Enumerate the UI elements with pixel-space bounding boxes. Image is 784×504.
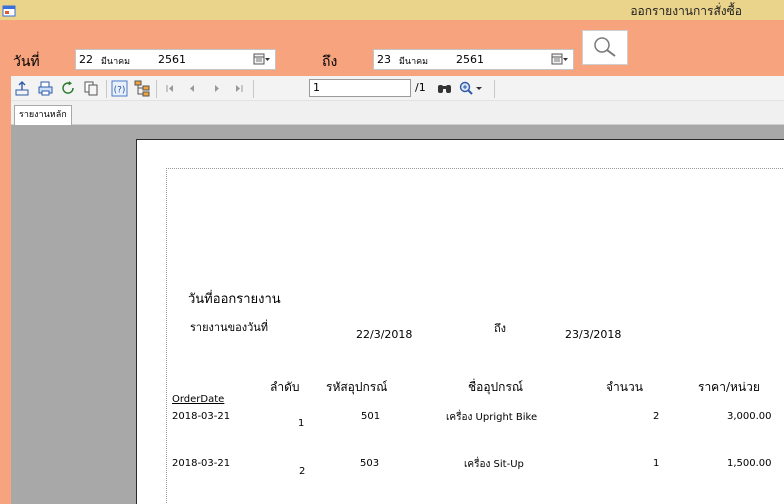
column-header-orderdate: OrderDate [172,394,225,405]
row-price: 3,000.00 [727,411,772,422]
print-icon[interactable] [37,80,54,97]
tab-main-report[interactable]: รายงานหลัก [14,105,72,125]
toolbar-separator [253,80,254,98]
row-qty: 2 [653,411,660,422]
column-header-seq: ลำดับ [270,380,300,394]
export-icon[interactable] [14,80,31,97]
to-date-label: ถึง [322,54,338,70]
row-code: 503 [360,458,380,469]
column-header-price: ราคา/หน่วย [698,380,760,394]
row-price: 1,500.00 [727,458,772,469]
row-name: เครื่อง Upright Bike [446,412,538,423]
next-page-icon[interactable] [208,80,225,97]
toolbar-separator [106,80,107,98]
from-month[interactable]: มีนาคม [101,54,130,68]
viewer-toolbar: (?) 1 /1 [11,76,784,101]
page-total: /1 [415,81,426,94]
from-year[interactable]: 2561 [158,53,186,66]
app-window-icon [2,3,16,17]
report-heading: วันที่ออกรายงาน [188,292,281,307]
page-margin-guide [166,168,784,504]
window-title: ออกรายงานการสั่งซื้อ [630,4,742,18]
from-date-picker[interactable]: 22 มีนาคม 2561 [75,49,276,70]
last-page-icon[interactable] [230,80,247,97]
report-viewer: (?) 1 /1 รายงานหลัก วันที่ออกรายงาน รายง… [11,76,784,504]
calendar-dropdown-icon[interactable] [253,53,271,66]
help-icon[interactable]: (?) [111,80,128,97]
column-header-name: ชื่ออุปกรณ์ [468,380,524,394]
report-range-to: 23/3/2018 [565,328,622,341]
column-header-code: รหัสอุปกรณ์ [326,380,388,394]
from-date-label: วันที่ [13,54,40,70]
filter-bar: วันที่ 22 มีนาคม 2561 ถึง 23 มีนาคม 2561 [0,20,784,76]
to-day[interactable]: 23 [377,53,391,66]
to-month[interactable]: มีนาคม [399,54,428,68]
search-button[interactable] [582,30,628,65]
copy-icon[interactable] [83,80,100,97]
toolbar-separator [156,80,157,98]
row-date: 2018-03-21 [172,458,231,469]
toolbar-separator [494,80,495,98]
row-seq: 2 [299,466,306,477]
row-code: 501 [361,411,381,422]
report-range-label: รายงานของวันที่ [190,321,269,334]
svg-text:(?): (?) [114,86,126,96]
calendar-dropdown-icon[interactable] [551,53,569,66]
title-bar: ออกรายงานการสั่งซื้อ [0,0,784,20]
row-name: เครื่อง Sit-Up [464,459,524,470]
report-page: วันที่ออกรายงาน รายงานของวันที่ 22/3/201… [136,139,784,504]
row-date: 2018-03-21 [172,411,231,422]
refresh-icon[interactable] [60,80,77,97]
zoom-dropdown-icon[interactable] [458,80,488,97]
report-canvas[interactable]: วันที่ออกรายงาน รายงานของวันที่ 22/3/201… [11,125,784,504]
column-header-qty: จำนวน [606,380,643,394]
group-tree-icon[interactable] [134,80,151,97]
to-year[interactable]: 2561 [456,53,484,66]
report-tab-bar: รายงานหลัก [11,101,784,125]
magnifier-icon [583,37,629,70]
to-date-picker[interactable]: 23 มีนาคม 2561 [373,49,574,70]
page-number-input[interactable]: 1 [309,79,411,97]
find-binoculars-icon[interactable] [436,80,453,97]
first-page-icon[interactable] [162,80,179,97]
previous-page-icon[interactable] [184,80,201,97]
row-qty: 1 [653,458,660,469]
report-range-to-label: ถึง [494,322,507,335]
from-day[interactable]: 22 [79,53,93,66]
row-seq: 1 [298,418,305,429]
report-range-from: 22/3/2018 [356,328,413,341]
